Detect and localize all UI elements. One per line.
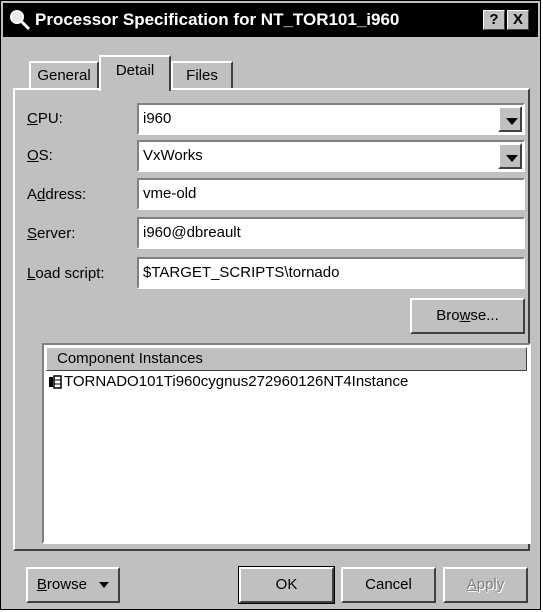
server-label: Server: (27, 225, 76, 242)
address-label: Address: (27, 186, 87, 203)
component-instances-header[interactable]: Component Instances (46, 347, 527, 371)
tab-files-label: Files (186, 67, 218, 84)
chevron-down-icon (99, 582, 110, 589)
cancel-button[interactable]: Cancel (341, 567, 436, 603)
browse-script-button[interactable]: Browse... (410, 298, 525, 334)
server-input[interactable]: i960@dbreault (137, 217, 525, 249)
tab-detail-label: Detail (115, 62, 155, 79)
os-dropdown-button[interactable] (498, 143, 522, 169)
component-instance-label: TORNADO101Ti960cygnus272960126NT4Instanc… (64, 373, 409, 390)
load-script-label: Load script: (27, 265, 105, 282)
load-script-input[interactable]: $TARGET_SCRIPTS\tornado (137, 257, 525, 289)
load-script-value: $TARGET_SCRIPTS\tornado (143, 264, 340, 281)
chevron-down-icon (506, 155, 518, 162)
chevron-down-icon (506, 118, 518, 125)
cpu-value: i960 (143, 110, 172, 127)
os-label: OS: (27, 147, 53, 164)
list-item[interactable]: TORNADO101Ti960cygnus272960126NT4Instanc… (48, 373, 408, 395)
component-instances-list[interactable]: Component Instances TORNADO101Ti960cygnu… (42, 343, 531, 544)
cpu-dropdown[interactable]: i960 (137, 103, 525, 135)
apply-button[interactable]: Apply (443, 567, 528, 603)
window-title: Processor Specification for NT_TOR101_i9… (35, 10, 400, 29)
component-icon (49, 375, 62, 389)
cpu-label: CPU: (27, 110, 63, 127)
help-button[interactable]: ? (483, 10, 505, 30)
os-value: VxWorks (143, 147, 203, 164)
os-dropdown[interactable]: VxWorks (137, 140, 525, 172)
close-button[interactable]: X (507, 10, 529, 30)
cpu-dropdown-button[interactable] (498, 106, 522, 132)
title-bar[interactable]: Processor Specification for NT_TOR101_i9… (3, 3, 538, 37)
address-value: vme-old (143, 185, 197, 202)
tab-files[interactable]: Files (171, 61, 233, 89)
tab-general-label: General (37, 67, 91, 84)
processor-spec-dialog: Processor Specification for NT_TOR101_i9… (0, 0, 541, 610)
magnifier-icon (10, 10, 31, 31)
browse-menu-button[interactable]: Browse (26, 567, 120, 603)
address-input[interactable]: vme-old (137, 178, 525, 210)
tab-general[interactable]: General (29, 61, 99, 89)
tab-detail[interactable]: Detail (99, 55, 171, 91)
server-value: i960@dbreault (143, 224, 241, 241)
ok-button[interactable]: OK (238, 566, 335, 604)
